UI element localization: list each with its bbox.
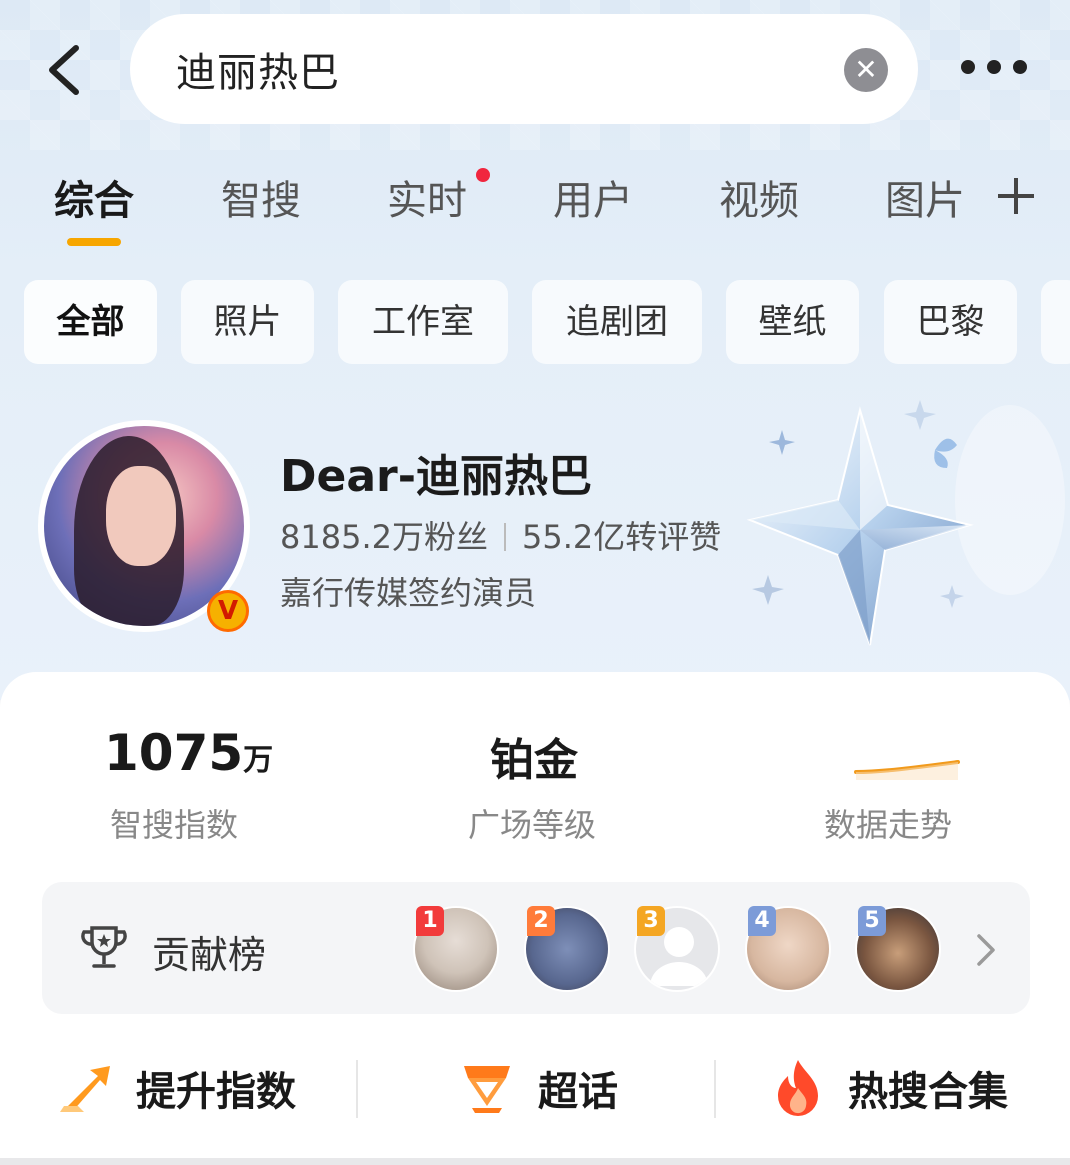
- chevron-right-icon[interactable]: [975, 932, 997, 968]
- chip-drama-group[interactable]: 追剧团: [532, 280, 702, 364]
- interactions-count: 55.2亿转评赞: [521, 518, 722, 556]
- tab-users[interactable]: 用户: [553, 168, 633, 226]
- diamond-supertopic-icon: [464, 1066, 510, 1113]
- boost-index-button[interactable]: 提升指数: [58, 1058, 296, 1118]
- flame-icon: [778, 1060, 818, 1116]
- chevron-left-icon: [49, 45, 79, 95]
- action-divider: [714, 1060, 716, 1118]
- trophy-icon: [81, 926, 127, 968]
- tab-realtime[interactable]: 实时: [387, 168, 467, 226]
- rank-badge-1: 1: [416, 906, 444, 936]
- plaza-level-value[interactable]: 铂金: [490, 724, 578, 788]
- rank-badge-4: 4: [748, 906, 776, 936]
- smart-index-number: 1075: [104, 724, 244, 782]
- search-input[interactable]: 迪丽热巴 ✕: [130, 14, 918, 124]
- search-query-text: 迪丽热巴: [176, 50, 340, 96]
- chip-studio[interactable]: 工作室: [338, 280, 508, 364]
- chip-paris[interactable]: 巴黎: [884, 280, 1017, 364]
- plaza-level-label: 广场等级: [468, 806, 597, 844]
- active-tab-indicator: [67, 238, 121, 246]
- profile-stats: 8185.2万粉丝 55.2亿转评赞: [280, 512, 721, 558]
- trend-label: 数据走势: [824, 806, 953, 844]
- more-dot-icon: [987, 60, 1001, 74]
- more-button[interactable]: [955, 50, 1035, 90]
- bottom-edge: [0, 1158, 1070, 1165]
- more-dot-icon: [1013, 60, 1027, 74]
- hot-collection-button[interactable]: 热搜合集: [770, 1058, 1008, 1118]
- supertopic-button[interactable]: 超话: [458, 1058, 618, 1118]
- tab-images[interactable]: 图片: [885, 168, 965, 226]
- verified-badge-icon: V: [207, 590, 249, 632]
- smart-index-unit: 万: [243, 743, 274, 778]
- crystal-star-icon: [746, 400, 1065, 646]
- chip-all[interactable]: 全部: [24, 280, 157, 364]
- plus-icon: [998, 178, 1034, 214]
- rank-badge-3: 3: [637, 906, 665, 936]
- notification-dot: [476, 168, 490, 182]
- chip-wallpaper[interactable]: 壁纸: [726, 280, 859, 364]
- profile-name[interactable]: Dear-迪丽热巴: [280, 440, 592, 504]
- back-button[interactable]: [40, 40, 90, 100]
- supertopic-label: 超话: [538, 1069, 618, 1115]
- tab-smart-search[interactable]: 智搜: [221, 168, 301, 226]
- smart-index-value[interactable]: 1075万: [104, 724, 273, 782]
- trend-sparkline[interactable]: [852, 750, 962, 780]
- contribution-label: 贡献榜: [152, 933, 267, 977]
- more-dot-icon: [961, 60, 975, 74]
- stats-divider: [503, 523, 506, 551]
- hot-collection-label: 热搜合集: [848, 1069, 1008, 1115]
- chip-photos[interactable]: 照片: [181, 280, 314, 364]
- tab-comprehensive[interactable]: 综合: [54, 168, 134, 226]
- action-divider: [356, 1060, 358, 1118]
- arrow-up-boost-icon: [60, 1066, 110, 1112]
- tab-videos[interactable]: 视频: [719, 168, 799, 226]
- clear-icon[interactable]: ✕: [844, 48, 888, 92]
- chip-more[interactable]: [1041, 280, 1070, 364]
- boost-index-label: 提升指数: [136, 1069, 296, 1115]
- rank-badge-2: 2: [527, 906, 555, 936]
- profile-org: 嘉行传媒签约演员: [280, 574, 537, 612]
- add-tab-button[interactable]: [995, 175, 1037, 217]
- avatar-face: [106, 466, 176, 566]
- fans-count: 8185.2万粉丝: [280, 518, 488, 556]
- smart-index-label: 智搜指数: [110, 806, 239, 844]
- rank-badge-5: 5: [858, 906, 886, 936]
